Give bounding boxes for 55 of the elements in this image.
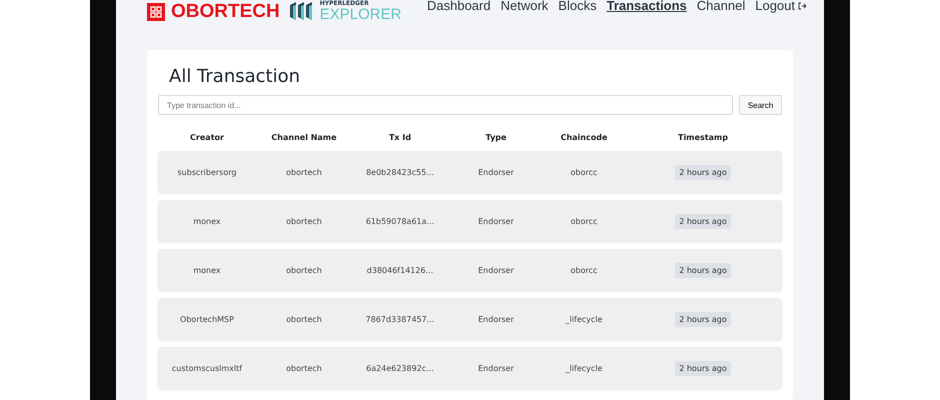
table-row[interactable]: customscuslmxltf obortech 6a24e623892c... Endorser _lifecycle 2 hours ago [158, 347, 782, 389]
nav-link[interactable]: Network [500, 0, 548, 13]
column-header: Chaincode [560, 132, 608, 142]
table-cell-text: Endorser [477, 314, 515, 324]
column-header: Tx Id [388, 132, 412, 142]
table-cell-text: _lifecycle [564, 364, 604, 372]
table-cell-text: obortech [285, 216, 323, 226]
column-header: Type [484, 132, 508, 142]
timestamp-tag: 2 hours ago [675, 262, 731, 278]
logout-link[interactable]: Logout [755, 0, 806, 13]
table-cell-text: obortech [285, 314, 323, 324]
nav-link[interactable]: Dashboard [427, 0, 491, 13]
column-header: Creator [189, 132, 225, 142]
table-cell-text: monex [192, 266, 222, 274]
brand-name: OBORTECH [171, 1, 280, 23]
table-row[interactable]: subscribersorg obortech 8e0b28423c55... Endorser oborcc 2 hours ago [158, 151, 782, 193]
page-title: All Transaction [169, 66, 302, 87]
table-row[interactable]: monex obortech 61b59078a61a... Endorser oborcc 2 hours ago [158, 200, 782, 242]
timestamp-tag: 2 hours ago [675, 214, 731, 228]
table-cell-text: obortech [285, 266, 323, 274]
column-header: Channel Name [270, 132, 338, 142]
table-cell-text: Endorser [477, 168, 515, 176]
nav-link[interactable]: Transactions [606, 0, 687, 13]
table-row[interactable]: ObortechMSP obortech 7867d3387457... Endorser _lifecycle 2 hours ago [158, 298, 782, 340]
timestamp-tag: 2 hours ago [675, 360, 731, 376]
table-cell-text: Endorser [477, 266, 515, 274]
table-cell-text: 61b59078a61a... [364, 216, 436, 226]
timestamp-tag: 2 hours ago [675, 164, 731, 180]
table-cell-text: d38046f14126... [366, 266, 434, 274]
logo-title: EXPLORER [320, 7, 402, 22]
search-field[interactable]: Type transaction id... [158, 95, 733, 115]
table-cell-text: oborcc [570, 168, 598, 176]
table-cell-text: subscribersorg [176, 168, 238, 176]
nav-link[interactable]: Blocks [558, 0, 597, 13]
logo-icon [147, 3, 165, 21]
table-cell-text: _lifecycle [564, 314, 604, 324]
table-cell-text: monex [192, 216, 222, 226]
nav-link[interactable]: Channel [696, 0, 746, 13]
table-cell-text: 7867d3387457... [364, 314, 436, 324]
table-cell-text: customscuslmxltf [170, 364, 244, 372]
logout-icon [798, 2, 806, 10]
table-cell-text: 8e0b28423c55... [365, 168, 435, 176]
timestamp-tag: 2 hours ago [675, 312, 731, 326]
table-cell-text: 6a24e623892c... [365, 364, 435, 372]
table-cell-text: obortech [285, 364, 323, 372]
table-cell-text: obortech [285, 168, 323, 176]
table-row[interactable]: monex obortech d38046f14126... Endorser oborcc 2 hours ago [158, 249, 782, 291]
books-logo-icon [290, 2, 312, 20]
column-header: Timestamp [676, 132, 729, 142]
search-button[interactable]: Search [739, 95, 782, 115]
table-cell-text: Endorser [477, 364, 515, 372]
table-cell-text: Endorser [477, 216, 515, 226]
table-cell-text: oborcc [570, 216, 598, 226]
table-cell-text: ObortechMSP [179, 314, 235, 324]
table-cell-text: oborcc [570, 266, 598, 274]
